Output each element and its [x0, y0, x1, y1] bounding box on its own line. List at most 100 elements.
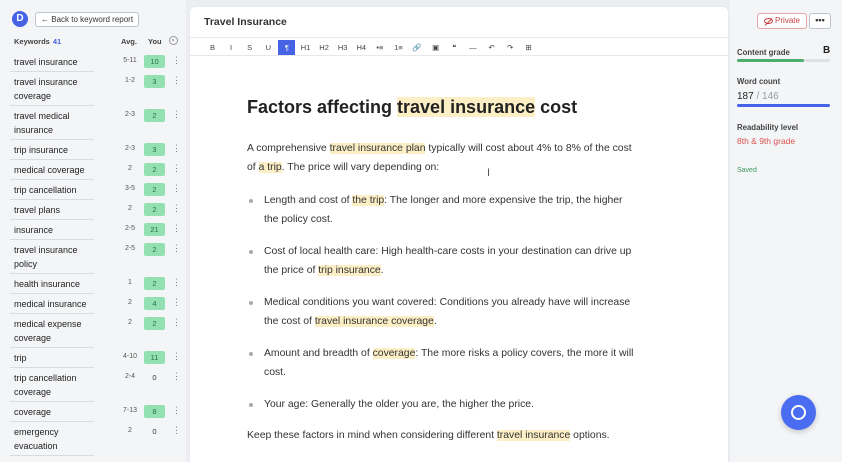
keyword-menu-icon[interactable]: ⋮ [172, 183, 181, 194]
keyword-name: travel insurance policy [14, 245, 78, 269]
more-options-button[interactable]: ••• [809, 13, 831, 29]
keyword-row[interactable]: trip cancellation coverage 2-4 0 ⋮ [0, 369, 186, 403]
back-to-report-button[interactable]: ← Back to keyword report [35, 12, 140, 27]
keyword-row[interactable]: travel insurance policy 2-5 2 ⋮ [0, 241, 186, 275]
keyword-row[interactable]: travel medical insurance 2-3 2 ⋮ [0, 107, 186, 141]
content-grade-label: Content grade [737, 48, 790, 57]
bullet-line: Your age: Generally the older you are, t… [264, 396, 534, 415]
private-label: Private [775, 16, 800, 25]
keyword-avg: 3-5 [124, 185, 136, 192]
underline-button[interactable]: U [260, 40, 277, 55]
bullet-line: cost. [264, 364, 633, 383]
keyword-menu-icon[interactable]: ⋮ [172, 109, 181, 120]
private-button[interactable]: Private [757, 13, 807, 29]
bullet-line: Length and cost of the trip: The longer … [264, 192, 623, 211]
keyword-row[interactable]: trip insurance 2-3 3 ⋮ [0, 141, 186, 161]
content-grade-bar [737, 59, 804, 62]
keyword-you-count: 3 [144, 75, 165, 88]
keyword-menu-icon[interactable]: ⋮ [172, 143, 181, 154]
keyword-menu-icon[interactable]: ⋮ [172, 223, 181, 234]
keyword-underline [10, 159, 94, 160]
link-button[interactable]: 🔗 [409, 40, 426, 55]
keyword-row[interactable]: travel insurance coverage 1-2 3 ⋮ [0, 73, 186, 107]
heading-keyword-highlight: travel insurance [397, 97, 536, 117]
keyword-name: health insurance [14, 279, 81, 289]
help-chat-icon[interactable] [781, 395, 816, 430]
h4-button[interactable]: H4 [353, 40, 370, 55]
keyword-menu-icon[interactable]: ⋮ [172, 277, 181, 288]
keyword-panel: D ← Back to keyword report Keywords 41 Av… [0, 0, 186, 462]
keyword-row[interactable]: insurance 2-5 21 ⋮ [0, 221, 186, 241]
keyword-menu-icon[interactable]: ⋮ [172, 163, 181, 174]
keyword-underline [10, 401, 94, 402]
numbered-list-button[interactable]: 1≡ [390, 40, 407, 55]
italic-button[interactable]: I [223, 40, 240, 55]
keyword-menu-icon[interactable]: ⋮ [172, 425, 181, 436]
h1-button[interactable]: H1 [297, 40, 314, 55]
keyword-avg: 2-5 [124, 225, 136, 232]
keyword-name: coverage [14, 407, 52, 417]
text-span: typically will cost about 4% to 8% of th… [425, 143, 632, 154]
text-span: Amount and breadth of [264, 348, 373, 359]
word-count-separator: / [756, 91, 760, 102]
keyword-row[interactable]: trip 4-10 11 ⋮ [0, 349, 186, 369]
divider-button[interactable]: — [464, 40, 481, 55]
word-count-value: 187 [737, 91, 754, 102]
keyword-menu-icon[interactable]: ⋮ [172, 55, 181, 66]
keyword-menu-icon[interactable]: ⋮ [172, 203, 181, 214]
keyword-row[interactable]: travel plans 2 2 ⋮ [0, 201, 186, 221]
text-span: Medical conditions you want covered: Con… [264, 297, 631, 308]
content-grade-value: B [823, 45, 831, 56]
undo-button[interactable]: ↶ [483, 40, 500, 55]
app-logo[interactable]: D [12, 11, 28, 27]
keyword-highlight: coverage [372, 348, 416, 359]
keyword-avg: 2 [128, 427, 132, 434]
keyword-name: travel insurance [14, 57, 78, 67]
keyword-row[interactable]: medical expense coverage 2 2 ⋮ [0, 315, 186, 349]
table-button[interactable]: ⊞ [520, 40, 537, 55]
text-cursor-icon: I [487, 167, 491, 179]
keyword-row[interactable]: trip cancellation 3-5 2 ⋮ [0, 181, 186, 201]
heading-text-end: cost [535, 97, 578, 117]
keyword-underline [10, 455, 94, 456]
keyword-row[interactable]: coverage 7-13 8 ⋮ [0, 403, 186, 423]
bullet-line: Amount and breadth of coverage: The more… [264, 345, 633, 364]
keyword-menu-icon[interactable]: ⋮ [172, 243, 181, 254]
text-span: the price of [264, 264, 319, 276]
h3-button[interactable]: H3 [334, 40, 351, 55]
keyword-menu-icon[interactable]: ⋮ [172, 317, 181, 328]
keyword-row[interactable]: health insurance 1 2 ⋮ [0, 275, 186, 295]
keyword-underline [10, 199, 94, 200]
closing-paragraph: Keep these factors in mind when consider… [247, 427, 610, 446]
keyword-highlight: travel insurance plan [329, 143, 426, 154]
keyword-menu-icon[interactable]: ⋮ [172, 405, 181, 416]
h2-button[interactable]: H2 [316, 40, 333, 55]
keyword-menu-icon[interactable]: ⋮ [172, 351, 181, 362]
text-span: Cost of local health care: High health-c… [264, 246, 632, 257]
bold-button[interactable]: B [204, 40, 221, 55]
keyword-you-count: 2 [144, 163, 165, 176]
image-button[interactable]: ▣ [427, 40, 444, 55]
keyword-avg: 1 [128, 279, 132, 286]
quote-button[interactable]: ❝ [446, 40, 463, 55]
keyword-avg: 2-4 [124, 373, 136, 380]
strike-button[interactable]: S [241, 40, 258, 55]
text-span: . The price will vary depending on: [281, 161, 440, 173]
bullet-list-button[interactable]: •≡ [371, 40, 388, 55]
keyword-row[interactable]: medical insurance 2 4 ⋮ [0, 295, 186, 315]
paragraph-button[interactable]: ¶ [278, 40, 296, 55]
keyword-avg: 4-10 [122, 353, 137, 360]
redo-button[interactable]: ↷ [502, 40, 519, 55]
keyword-row[interactable]: medical coverage 2 2 ⋮ [0, 161, 186, 181]
keyword-row[interactable]: travel insurance 5-11 10 ⋮ [0, 53, 186, 73]
text-span: : The more risks a policy covers, the mo… [415, 348, 634, 359]
keyword-menu-icon[interactable]: ⋮ [172, 371, 181, 382]
keyword-menu-icon[interactable]: ⋮ [172, 75, 181, 86]
word-count-target: 146 [762, 91, 779, 102]
document-title[interactable]: Travel Insurance [204, 16, 287, 28]
keyword-avg: 2 [128, 205, 132, 212]
gear-icon[interactable] [169, 36, 178, 45]
keyword-avg: 2 [128, 165, 132, 172]
keyword-menu-icon[interactable]: ⋮ [172, 297, 181, 308]
keyword-row[interactable]: emergency evacuation 2 0 ⋮ [0, 423, 186, 457]
